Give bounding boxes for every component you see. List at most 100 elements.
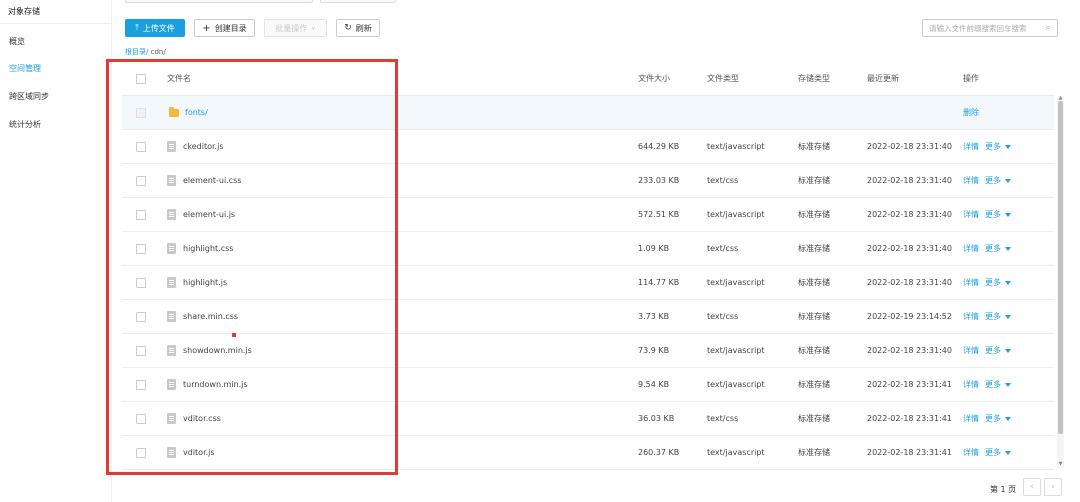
batch-operation-button[interactable]: 批量操作 ∨ <box>264 19 327 37</box>
next-page-button[interactable]: › <box>1044 478 1062 496</box>
more-link[interactable]: 更多 <box>985 413 1011 424</box>
row-checkbox[interactable] <box>136 176 146 186</box>
prev-page-button[interactable]: ‹ <box>1023 478 1041 496</box>
actions-cell: 详情 更多 <box>963 402 1011 435</box>
more-link[interactable]: 更多 <box>985 379 1011 390</box>
more-link[interactable]: 更多 <box>985 243 1011 254</box>
folder-name-cell[interactable]: fonts/ <box>169 96 208 129</box>
upload-file-button[interactable]: ⤒ 上传文件 <box>125 19 185 37</box>
detail-link[interactable]: 详情 <box>963 175 979 186</box>
detail-link[interactable]: 详情 <box>963 243 979 254</box>
more-link[interactable]: 更多 <box>985 277 1011 288</box>
table-row[interactable]: vditor.js 260.37 KB text/javascript 标准存储 202… <box>122 436 1054 470</box>
caret-down-icon <box>1005 348 1011 353</box>
create-directory-button[interactable]: + 创建目录 <box>194 19 255 37</box>
select-all-checkbox[interactable] <box>136 74 146 84</box>
updated-time: 2022-02-18 23:31:41 <box>867 380 952 389</box>
file-icon <box>167 209 176 220</box>
file-name-cell: showdown.min.js <box>167 334 252 367</box>
file-size: 114.77 KB <box>638 278 680 287</box>
sidebar-item-space-management[interactable]: 空间管理 <box>9 63 41 74</box>
table-row[interactable]: element-ui.js 572.51 KB text/javascript 标准存… <box>122 198 1054 232</box>
file-size: 233.03 KB <box>638 176 680 185</box>
storage-type: 标准存储 <box>798 142 830 151</box>
file-name-cell: vditor.css <box>167 402 221 435</box>
header-storage: 存储类型 <box>798 74 830 83</box>
table-row[interactable]: ckeditor.js 644.29 KB text/javascript 标准存储 2… <box>122 130 1054 164</box>
row-checkbox[interactable] <box>136 244 146 254</box>
detail-link[interactable]: 详情 <box>963 209 979 220</box>
file-size: 260.37 KB <box>638 448 680 457</box>
detail-link[interactable]: 详情 <box>963 413 979 424</box>
header-name: 文件名 <box>167 74 191 83</box>
caret-down-icon <box>1005 382 1011 387</box>
search-icon[interactable]: ⌕ <box>1039 23 1057 33</box>
file-icon <box>167 447 176 458</box>
folder-row[interactable]: fonts/ 删除 <box>122 96 1054 130</box>
caret-down-icon <box>1005 144 1011 149</box>
file-name-cell: element-ui.css <box>167 164 241 197</box>
file-icon <box>167 413 176 424</box>
delete-link[interactable]: 删除 <box>963 107 979 118</box>
caret-down-icon <box>1005 280 1011 285</box>
more-link[interactable]: 更多 <box>985 447 1011 458</box>
breadcrumb-root[interactable]: 根目录/ <box>125 48 148 56</box>
folder-name[interactable]: fonts/ <box>185 108 208 117</box>
actions-cell: 详情 更多 <box>963 368 1011 401</box>
page-indicator: 第 1 页 <box>990 485 1017 494</box>
file-name-cell: vditor.js <box>167 436 215 469</box>
updated-time: 2022-02-18 23:31:40 <box>867 278 952 287</box>
caret-down-icon <box>1005 416 1011 421</box>
caret-down-icon <box>1005 314 1011 319</box>
scrollbar-thumb[interactable] <box>1058 101 1063 434</box>
row-checkbox <box>136 108 146 118</box>
table-row[interactable]: highlight.css 1.09 KB text/css 标准存储 2022-02-… <box>122 232 1054 266</box>
refresh-button[interactable]: ↻ 刷新 <box>336 19 380 37</box>
table-row[interactable]: turndown.min.js 9.54 KB text/javascript 标准存… <box>122 368 1054 402</box>
row-checkbox[interactable] <box>136 210 146 220</box>
row-checkbox[interactable] <box>136 414 146 424</box>
file-size: 73.9 KB <box>638 346 670 355</box>
row-checkbox[interactable] <box>136 448 146 458</box>
file-name: vditor.js <box>183 448 215 457</box>
sidebar-item-overview[interactable]: 概览 <box>9 36 25 47</box>
detail-link[interactable]: 详情 <box>963 277 979 288</box>
more-link[interactable]: 更多 <box>985 141 1011 152</box>
search-input[interactable]: 请输入文件前缀搜索回车搜索 ⌕ <box>922 19 1058 37</box>
more-link[interactable]: 更多 <box>985 345 1011 356</box>
sidebar-item-cross-region-sync[interactable]: 跨区域同步 <box>9 91 49 102</box>
detail-link[interactable]: 详情 <box>963 447 979 458</box>
file-name: showdown.min.js <box>183 346 252 355</box>
more-link[interactable]: 更多 <box>985 311 1011 322</box>
storage-type: 标准存储 <box>798 176 830 185</box>
row-checkbox[interactable] <box>136 346 146 356</box>
updated-time: 2022-02-18 23:31:40 <box>867 142 952 151</box>
table-row[interactable]: showdown.min.js 73.9 KB text/javascript 标准存… <box>122 334 1054 368</box>
row-checkbox[interactable] <box>136 278 146 288</box>
plus-icon: + <box>202 22 211 34</box>
row-checkbox[interactable] <box>136 312 146 322</box>
header-size: 文件大小 <box>638 74 670 83</box>
row-checkbox[interactable] <box>136 142 146 152</box>
detail-link[interactable]: 详情 <box>963 345 979 356</box>
more-link[interactable]: 更多 <box>985 209 1011 220</box>
header-type: 文件类型 <box>707 74 739 83</box>
table-row[interactable]: share.min.css 3.73 KB text/css 标准存储 2022-02-… <box>122 300 1054 334</box>
detail-link[interactable]: 详情 <box>963 311 979 322</box>
table-row[interactable]: highlight.js 114.77 KB text/javascript 标准存储… <box>122 266 1054 300</box>
more-link[interactable]: 更多 <box>985 175 1011 186</box>
detail-link[interactable]: 详情 <box>963 379 979 390</box>
actions-cell: 详情 更多 <box>963 232 1011 265</box>
actions-cell: 详情 更多 <box>963 198 1011 231</box>
detail-link[interactable]: 详情 <box>963 141 979 152</box>
storage-type: 标准存储 <box>798 278 830 287</box>
header-updated: 最近更新 <box>867 74 899 83</box>
table-row[interactable]: element-ui.css 233.03 KB text/css 标准存储 2022-… <box>122 164 1054 198</box>
sidebar-item-statistics[interactable]: 统计分析 <box>9 119 41 130</box>
caret-down-icon <box>1005 212 1011 217</box>
breadcrumb: 根目录/ cdn/ <box>125 47 166 57</box>
row-checkbox[interactable] <box>136 380 146 390</box>
folder-icon <box>169 106 179 117</box>
table-row[interactable]: vditor.css 36.03 KB text/css 标准存储 2022-02-18… <box>122 402 1054 436</box>
scroll-down-icon[interactable]: ▼ <box>1057 462 1064 467</box>
